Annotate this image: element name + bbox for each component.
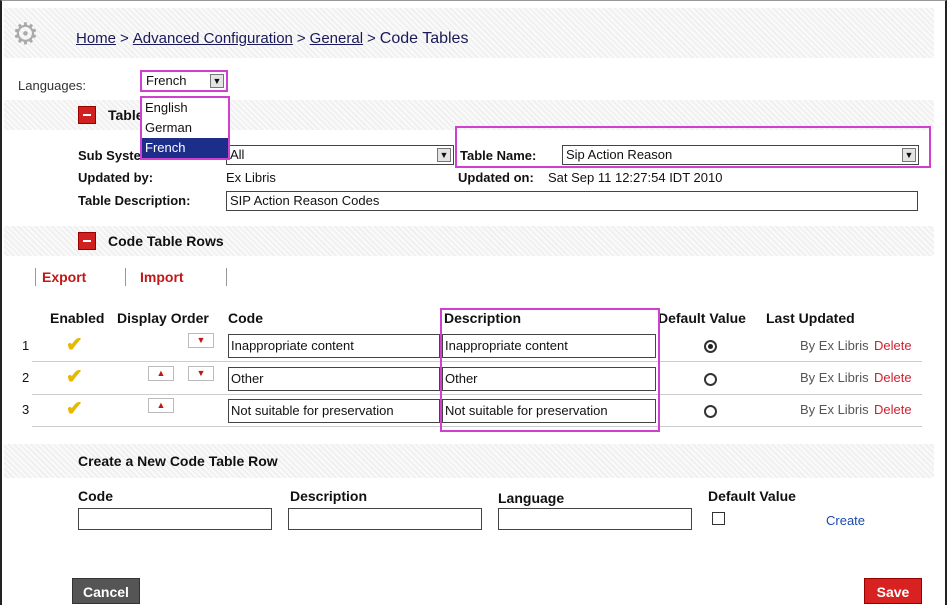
table-name-value: Sip Action Reason [566,147,673,162]
table-description-input[interactable]: SIP Action Reason Codes [226,191,918,211]
chevron-down-icon[interactable]: ▼ [437,148,451,162]
language-option-english[interactable]: English [142,98,228,118]
page-header: ⚙ Home > Advanced Configuration > General > Co… [4,8,934,58]
move-down-button[interactable]: ▼ [188,366,214,381]
row-divider [32,394,922,395]
col-enabled: Enabled [50,310,105,326]
row-divider [32,361,922,362]
divider [125,268,126,286]
cancel-button[interactable]: Cancel [72,578,140,604]
new-default-label: Default Value [708,488,796,504]
languages-select[interactable]: French ▼ [140,70,228,92]
table-description-label: Table Description: [78,193,191,208]
last-updated-text: By Ex Libris [800,338,869,353]
subsystem-select[interactable]: All ▼ [226,145,454,165]
col-display-order: Display Order [117,310,209,326]
col-last-updated: Last Updated [766,310,855,326]
chevron-down-icon[interactable]: ▼ [902,148,916,162]
save-button[interactable]: Save [864,578,922,604]
delete-link[interactable]: Delete [874,338,912,353]
languages-selected-value: French [146,73,187,88]
code-input[interactable]: Inappropriate content [228,334,440,358]
row-number: 2 [22,370,30,385]
collapse-icon[interactable] [78,106,96,124]
description-input[interactable]: Not suitable for preservation [442,399,656,423]
col-default-value: Default Value [658,310,746,326]
row-number: 1 [22,338,30,353]
move-up-button[interactable]: ▲ [148,398,174,413]
chevron-down-icon[interactable]: ▼ [210,74,224,88]
export-button[interactable]: Export [42,269,86,285]
move-up-button[interactable]: ▲ [148,366,174,381]
create-link[interactable]: Create [826,513,865,528]
updated-by-label: Updated by: [78,170,154,185]
delete-link[interactable]: Delete [874,370,912,385]
last-updated-text: By Ex Libris [800,370,869,385]
new-code-input[interactable] [78,508,272,530]
col-description: Description [444,310,522,326]
row-divider [32,426,922,427]
enabled-check-icon[interactable]: ✔ [66,364,83,389]
enabled-check-icon[interactable]: ✔ [66,332,83,357]
create-row-header: Create a New Code Table Row [4,444,934,478]
last-updated-text: By Ex Libris [800,402,869,417]
description-input[interactable]: Inappropriate content [442,334,656,358]
table-name-label: Table Name: [460,148,537,163]
code-table-rows-title: Code Table Rows [108,233,224,249]
updated-by-value: Ex Libris [226,170,276,185]
breadcrumb-home[interactable]: Home [76,30,116,47]
new-default-checkbox[interactable] [712,512,725,525]
new-code-label: Code [78,488,113,504]
collapse-icon[interactable] [78,232,96,250]
gear-icon: ⚙ [12,18,39,51]
enabled-check-icon[interactable]: ✔ [66,396,83,421]
create-row-title: Create a New Code Table Row [78,453,278,469]
breadcrumb-general[interactable]: General [310,30,363,47]
subsystem-value: All [230,147,245,162]
move-down-button[interactable]: ▼ [188,333,214,348]
updated-on-label: Updated on: [458,170,534,185]
breadcrumb-advanced-configuration[interactable]: Advanced Configuration [133,30,293,47]
code-table-rows-header: Code Table Rows [4,226,934,256]
col-code: Code [228,310,263,326]
new-language-label: Language [498,490,565,506]
updated-on-value: Sat Sep 11 12:27:54 IDT 2010 [548,170,723,185]
code-input[interactable]: Other [228,367,440,391]
language-option-german[interactable]: German [142,118,228,138]
delete-link[interactable]: Delete [874,402,912,417]
breadcrumb: Home > Advanced Configuration > General > Code… [76,30,469,47]
language-option-french[interactable]: French [142,138,228,158]
new-language-input[interactable] [498,508,692,530]
row-number: 3 [22,402,30,417]
code-input[interactable]: Not suitable for preservation [228,399,440,423]
page-title: Code Tables [379,30,469,47]
languages-dropdown-list: English German French [140,96,230,160]
new-description-label: Description [290,488,368,504]
divider [35,268,36,286]
divider [226,268,227,286]
import-button[interactable]: Import [140,269,184,285]
default-value-radio[interactable] [704,405,717,418]
default-value-radio[interactable] [704,340,717,353]
languages-label: Languages: [18,78,86,93]
description-input[interactable]: Other [442,367,656,391]
table-name-select[interactable]: Sip Action Reason ▼ [562,145,919,165]
new-description-input[interactable] [288,508,482,530]
default-value-radio[interactable] [704,373,717,386]
